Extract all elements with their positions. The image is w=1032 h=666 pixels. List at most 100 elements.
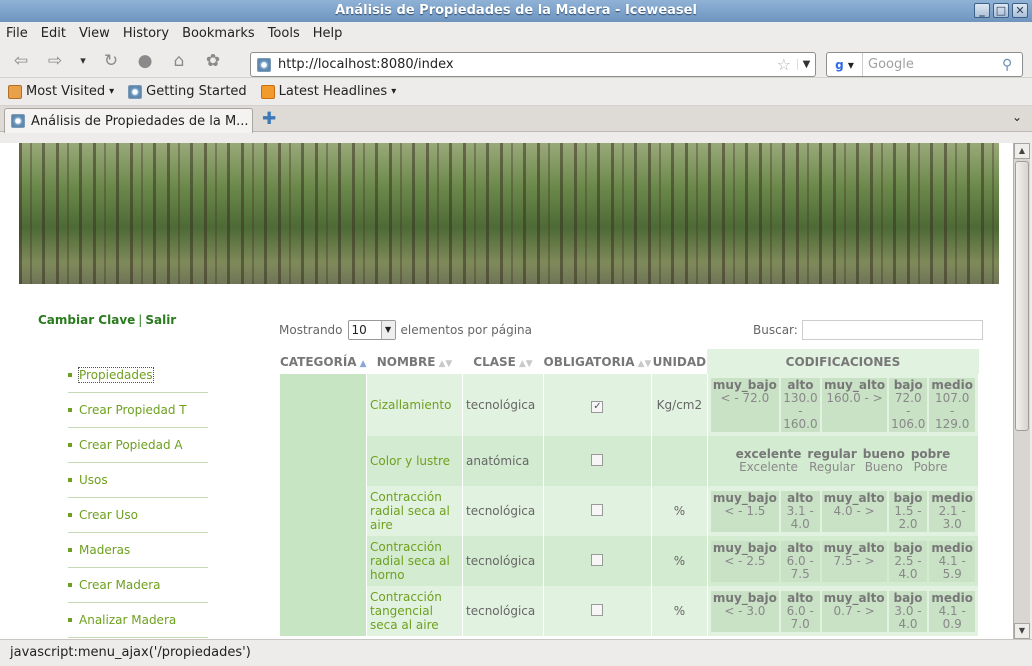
- scroll-thumb[interactable]: [1015, 161, 1029, 431]
- tab-favicon-icon: [11, 114, 25, 128]
- history-dropdown-icon[interactable]: ▾: [74, 47, 92, 75]
- page-length-control: Mostrando 10 ▼ elementos por página: [279, 320, 532, 340]
- reload-icon[interactable]: ↻: [96, 47, 126, 75]
- cell-nombre[interactable]: Cizallamiento: [366, 374, 464, 436]
- table-search-input[interactable]: [801, 320, 983, 340]
- menu-help[interactable]: Help: [313, 26, 343, 41]
- bookmark-latest-headlines[interactable]: Latest Headlines ▾: [260, 84, 397, 99]
- table-row[interactable]: Cizallamiento tecnológica ✓ Kg/cm2 muy_bajo <…: [280, 374, 980, 436]
- cell-nombre[interactable]: Color y lustre: [366, 436, 464, 486]
- code-value: 2.5 - 4.0: [894, 553, 922, 581]
- bullet-icon: [68, 373, 72, 377]
- required-checkbox[interactable]: [591, 553, 604, 566]
- close-button[interactable]: ✕: [1012, 3, 1028, 18]
- sidemenu-item-crear-uso[interactable]: Crear Uso: [68, 498, 208, 533]
- scroll-up-icon[interactable]: ▲: [1014, 143, 1030, 159]
- maximize-button[interactable]: □: [993, 3, 1009, 18]
- codification-item: muy_alto 0.7 - >: [821, 590, 887, 632]
- table-row[interactable]: Color y lustre anatómica excelente Excelent…: [280, 436, 980, 486]
- col-header-codificaciones[interactable]: CODIFICACIONES: [707, 349, 979, 374]
- cell-codificaciones: muy_bajo < - 1.5 alto 3.1 - 4.0 muy_alto 4.0 …: [707, 486, 980, 536]
- menubar: File Edit View History Bookmarks Tools H…: [0, 22, 1032, 44]
- scroll-down-icon[interactable]: ▼: [1014, 623, 1030, 639]
- code-key: muy_alto: [823, 540, 885, 555]
- sidemenu-item-analizar-madera[interactable]: Analizar Madera: [68, 603, 208, 638]
- status-bar: javascript:menu_ajax('/propiedades'): [0, 639, 1032, 666]
- cell-categoria: [280, 486, 368, 536]
- page-size-select[interactable]: 10 ▼: [347, 320, 396, 340]
- col-header-nombre[interactable]: NOMBRE ▲▼: [366, 349, 463, 374]
- forward-icon[interactable]: ⇨: [40, 47, 70, 75]
- bookmark-most-visited[interactable]: Most Visited ▾: [8, 84, 114, 99]
- required-checkbox[interactable]: ✓: [591, 400, 604, 413]
- chevron-down-icon: ▾: [391, 86, 397, 97]
- sidemenu-item-crear-propiedad-t[interactable]: Crear Propiedad T: [68, 393, 208, 428]
- col-header-clase[interactable]: CLASE ▲▼: [462, 349, 544, 374]
- address-bar[interactable]: http://localhost:8080/index ☆ ▼: [250, 52, 816, 77]
- table-row[interactable]: Contracción radial seca al aire tecnológi…: [280, 486, 980, 536]
- sidemenu-item-crear-madera[interactable]: Crear Madera: [68, 568, 208, 603]
- codification-item: medio 107.0 - 129.0: [929, 378, 975, 432]
- code-value: Excelente: [739, 460, 798, 474]
- back-icon[interactable]: ⇦: [6, 47, 36, 75]
- cell-nombre[interactable]: Contracción tangencial seca al aire: [366, 586, 464, 636]
- search-input[interactable]: Google: [863, 57, 1002, 72]
- google-engine-icon[interactable]: g ▾: [827, 53, 863, 76]
- required-checkbox[interactable]: [591, 603, 604, 616]
- side-menu: Propiedades Crear Propiedad T Crear Popi…: [68, 358, 208, 638]
- col-header-obligatoria[interactable]: OBLIGATORIA ▲▼: [543, 349, 652, 374]
- tab-bar: Análisis de Propiedades de la M... ✚ ⌄: [0, 106, 1032, 133]
- new-tab-icon[interactable]: ✚: [262, 109, 276, 129]
- cell-clase: tecnológica: [462, 486, 545, 536]
- sidemenu-item-propiedades[interactable]: Propiedades: [68, 358, 208, 393]
- tab-active[interactable]: Análisis de Propiedades de la M...: [4, 108, 253, 133]
- change-password-link[interactable]: Cambiar Clave: [38, 313, 135, 327]
- addon-icon[interactable]: ✿: [198, 47, 228, 75]
- bookmark-star-icon[interactable]: ☆: [777, 55, 791, 74]
- code-key: alto: [787, 590, 814, 605]
- menu-file[interactable]: File: [6, 26, 28, 41]
- minimize-button[interactable]: _: [974, 3, 990, 18]
- tab-title: Análisis de Propiedades de la M...: [31, 113, 249, 129]
- logout-link[interactable]: Salir: [145, 313, 176, 327]
- home-icon[interactable]: ⌂: [164, 47, 194, 75]
- cell-nombre[interactable]: Contracción radial seca al aire: [366, 486, 464, 536]
- bullet-icon: [68, 443, 72, 447]
- code-key: muy_bajo: [712, 590, 777, 605]
- table-search: Buscar:: [753, 320, 983, 340]
- cell-clase: tecnológica: [462, 536, 545, 586]
- address-url[interactable]: http://localhost:8080/index: [278, 57, 777, 72]
- cell-unidad: %: [651, 536, 708, 586]
- vertical-scrollbar[interactable]: ▲ ▼: [1013, 143, 1030, 639]
- code-key: alto: [787, 490, 814, 505]
- code-value: 3.0 - 4.0: [894, 603, 922, 631]
- menu-bookmarks[interactable]: Bookmarks: [182, 26, 255, 41]
- menu-view[interactable]: View: [79, 26, 110, 41]
- sidemenu-item-maderas[interactable]: Maderas: [68, 533, 208, 568]
- table-row[interactable]: Contracción tangencial seca al aire tecno…: [280, 586, 980, 636]
- bookmark-getting-started[interactable]: Getting Started: [128, 84, 247, 99]
- url-dropdown-icon[interactable]: ▼: [797, 59, 815, 70]
- sidemenu-item-crear-popiedad-a[interactable]: Crear Popiedad A: [68, 428, 208, 463]
- code-key: bajo: [893, 490, 923, 505]
- search-box[interactable]: g ▾ Google ⚲: [826, 52, 1023, 77]
- required-checkbox[interactable]: [591, 453, 604, 466]
- search-icon[interactable]: ⚲: [1002, 57, 1022, 73]
- code-value: 2.1 - 3.0: [938, 503, 966, 531]
- code-value: 7.5 - >: [833, 553, 875, 568]
- cell-nombre[interactable]: Contracción radial seca al horno: [366, 536, 464, 586]
- cell-clase: tecnológica: [462, 374, 545, 436]
- tab-list-chevron-icon[interactable]: ⌄: [1012, 110, 1022, 124]
- col-header-categoria[interactable]: CATEGORÍA ▲: [280, 349, 367, 374]
- rss-icon: [260, 84, 275, 99]
- required-checkbox[interactable]: [591, 503, 604, 516]
- col-header-unidad[interactable]: UNIDAD: [651, 349, 708, 374]
- sidemenu-item-usos[interactable]: Usos: [68, 463, 208, 498]
- table-row[interactable]: Contracción radial seca al horno tecnológ…: [280, 536, 980, 586]
- stop-icon[interactable]: ●: [130, 47, 160, 75]
- menu-history[interactable]: History: [123, 26, 169, 41]
- cell-obligatoria: [543, 436, 652, 486]
- menu-edit[interactable]: Edit: [41, 26, 66, 41]
- code-value: Bueno: [864, 460, 903, 474]
- menu-tools[interactable]: Tools: [268, 26, 300, 41]
